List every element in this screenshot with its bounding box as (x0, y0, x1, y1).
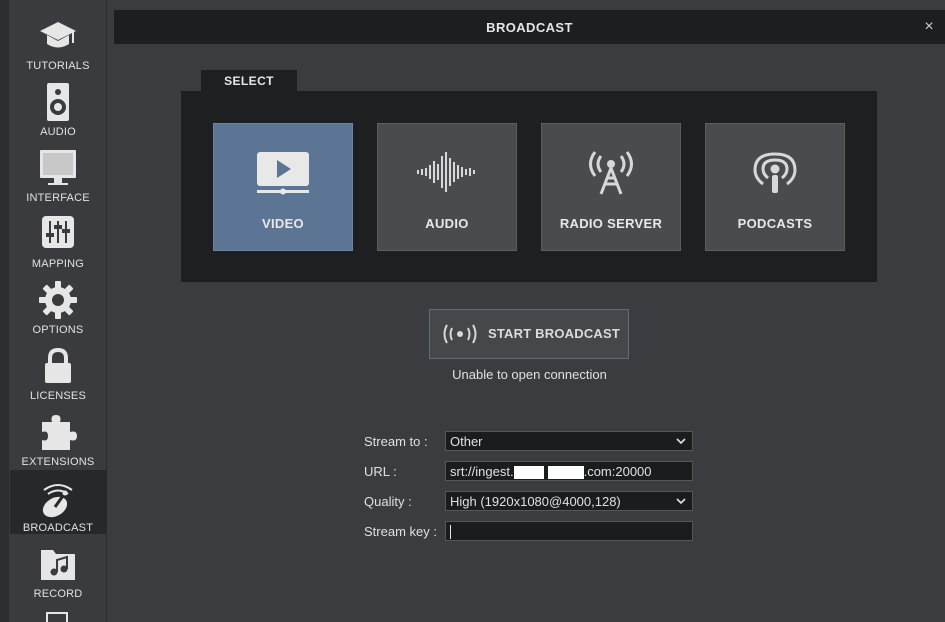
chevron-down-icon (676, 438, 686, 445)
stream-to-select[interactable]: Other (445, 431, 693, 451)
window-title: BROADCAST (486, 20, 573, 35)
card-label: RADIO SERVER (559, 216, 663, 231)
card-video[interactable]: VIDEO (213, 123, 353, 251)
url-value-prefix: srt://ingest. (450, 464, 514, 479)
url-label: URL : (364, 464, 397, 479)
sidebar-item-licenses[interactable]: LICENSES (10, 338, 106, 402)
lock-icon (45, 347, 71, 383)
sidebar-item-label: EXTENSIONS (21, 456, 95, 468)
speaker-icon (47, 83, 69, 121)
card-radio-server[interactable]: RADIO SERVER (541, 123, 681, 251)
stream-to-value: Other (450, 434, 483, 449)
card-label: PODCASTS (737, 216, 813, 231)
sidebar-item-label: BROADCAST (22, 522, 94, 534)
card-label: AUDIO (425, 216, 469, 231)
start-broadcast-label: START BROADCAST (488, 326, 621, 341)
graduation-cap-icon (40, 22, 76, 48)
broadcast-window: BROADCAST × SELECT VIDEO AUDIO RADIO SER… (114, 10, 945, 622)
sidebar-item-label: AUDIO (40, 126, 76, 138)
sidebar-item-label: LICENSES (29, 390, 86, 402)
video-play-icon (257, 152, 309, 195)
puzzle-icon (42, 415, 77, 450)
broadcast-waves-icon (443, 324, 477, 344)
window-titlebar: BROADCAST × (114, 10, 945, 44)
select-tab: SELECT (201, 70, 297, 92)
stream-to-label: Stream to : (364, 434, 428, 449)
sliders-icon (42, 216, 74, 248)
music-folder-icon (41, 550, 75, 580)
monitor-icon (40, 150, 76, 185)
quality-select[interactable]: High (1920x1080@4000,128) (445, 491, 693, 511)
stream-key-label: Stream key : (364, 524, 437, 539)
sidebar-item-mapping[interactable]: MAPPING (10, 206, 106, 270)
close-button[interactable]: × (919, 17, 939, 37)
text-caret (450, 525, 451, 539)
url-input[interactable]: srt://ingest. .com:20000 (445, 461, 693, 481)
sidebar-item-label: OPTIONS (32, 324, 84, 336)
waveform-icon (417, 152, 475, 192)
sidebar-item-tutorials[interactable]: TUTORIALS (10, 8, 106, 72)
gear-icon (39, 281, 77, 319)
sidebar-item-interface[interactable]: INTERFACE (10, 140, 106, 204)
redacted-text (513, 466, 544, 480)
card-podcasts[interactable]: PODCASTS (705, 123, 845, 251)
sidebar-item-broadcast[interactable]: BROADCAST (10, 470, 106, 534)
chevron-down-icon (676, 498, 686, 505)
sidebar-item-extensions[interactable]: EXTENSIONS (10, 404, 106, 468)
sidebar-item-label: TUTORIALS (26, 60, 90, 72)
url-value-suffix: .com:20000 (583, 464, 652, 479)
broadcast-dish-icon (42, 484, 73, 518)
sidebar-item-record[interactable]: RECORD (10, 536, 106, 600)
card-audio[interactable]: AUDIO (377, 123, 517, 251)
sidebar-edge (0, 0, 9, 622)
quality-label: Quality : (364, 494, 412, 509)
sidebar-item-label: MAPPING (31, 258, 85, 270)
connection-status: Unable to open connection (452, 367, 607, 382)
quality-value: High (1920x1080@4000,128) (450, 494, 621, 509)
podcast-icon (753, 152, 797, 193)
start-broadcast-button[interactable]: START BROADCAST (429, 309, 629, 359)
sidebar-item-label: RECORD (33, 588, 83, 600)
sidebar-item-options[interactable]: OPTIONS (10, 272, 106, 336)
sidebar-item-audio[interactable]: AUDIO (10, 74, 106, 138)
sidebar: TUTORIALS AUDIO INTERFACE MAPPING OPTION… (0, 0, 107, 622)
select-panel: VIDEO AUDIO RADIO SERVER PODCASTS (181, 91, 877, 282)
radio-tower-icon (589, 151, 633, 195)
sidebar-item-label: INTERFACE (26, 192, 90, 204)
redacted-text (547, 466, 584, 480)
stream-key-input[interactable] (445, 521, 693, 541)
card-label: VIDEO (262, 216, 304, 231)
sidebar-item-partial (46, 612, 68, 622)
